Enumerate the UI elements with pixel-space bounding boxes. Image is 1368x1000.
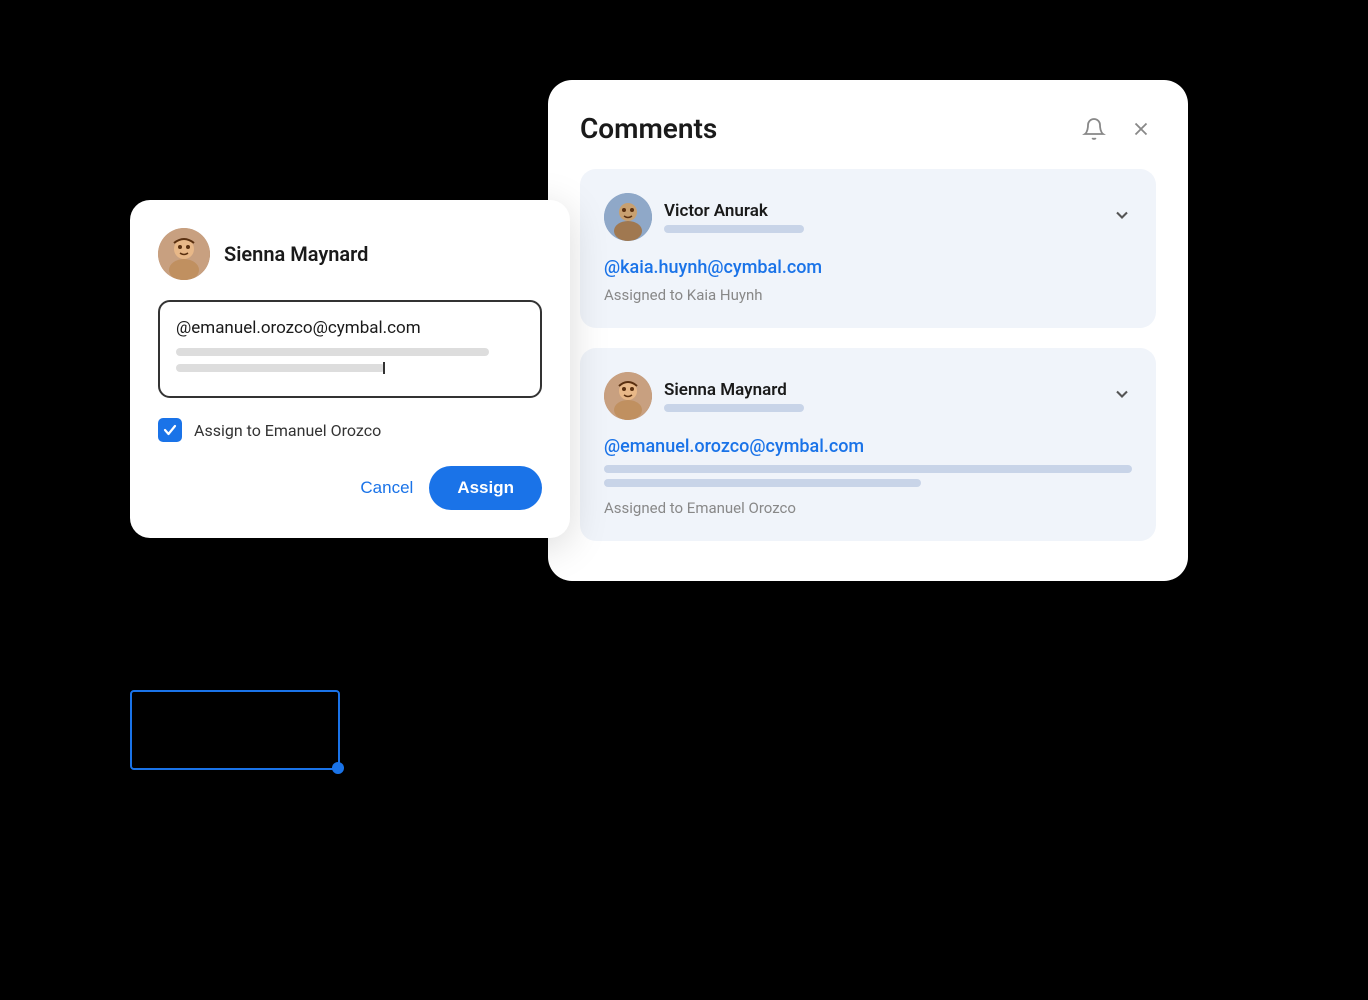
comment-sienna-row: Sienna Maynard	[604, 372, 1132, 420]
cancel-button[interactable]: Cancel	[360, 478, 413, 498]
sienna-assigned-text: Assigned to Emanuel Orozco	[604, 499, 1132, 517]
assign-dialog: Sienna Maynard @emanuel.orozco@cymbal.co…	[130, 200, 570, 538]
comments-header: Comments	[580, 112, 1156, 145]
content-bar-1	[604, 465, 1132, 473]
dialog-username: Sienna Maynard	[224, 242, 368, 266]
dialog-input-bar1	[176, 348, 489, 356]
victor-time-bar	[664, 225, 804, 233]
content-bar-2	[604, 479, 921, 487]
comment-victor-info: Victor Anurak	[664, 201, 1100, 233]
chevron-down-icon-sienna[interactable]	[1112, 384, 1132, 409]
bell-icon-button[interactable]	[1078, 113, 1110, 145]
avatar-victor-image	[604, 193, 652, 241]
dialog-buttons: Cancel Assign	[158, 466, 542, 510]
dialog-input-box[interactable]: @emanuel.orozco@cymbal.com	[158, 300, 542, 398]
text-cursor	[383, 362, 385, 374]
comment-sienna-info: Sienna Maynard	[664, 380, 1100, 412]
close-icon-button[interactable]	[1126, 114, 1156, 144]
bell-icon	[1082, 117, 1106, 141]
comment-card-victor: Victor Anurak @kaia.huynh@cymbal.com Ass…	[580, 169, 1156, 328]
checkbox-label: Assign to Emanuel Orozco	[194, 421, 381, 440]
selection-rectangle	[130, 690, 340, 770]
chevron-down-icon-victor[interactable]	[1112, 205, 1132, 230]
comment-card-sienna: Sienna Maynard @emanuel.orozco@cymbal.co…	[580, 348, 1156, 541]
avatar-sienna-dialog	[158, 228, 210, 280]
comments-header-icons	[1078, 113, 1156, 145]
sienna-email-mention: @emanuel.orozco@cymbal.com	[604, 436, 1132, 457]
avatar-sienna-image	[604, 372, 652, 420]
close-icon	[1130, 118, 1152, 140]
dialog-input-bar2	[176, 364, 385, 372]
victor-email-mention: @kaia.huynh@cymbal.com	[604, 257, 1132, 278]
assign-checkbox[interactable]	[158, 418, 182, 442]
avatar-victor	[604, 193, 652, 241]
dialog-user-row: Sienna Maynard	[158, 228, 542, 280]
avatar-sienna-dialog-image	[158, 228, 210, 280]
comment-user-row: Victor Anurak	[604, 193, 1132, 241]
sienna-username-comments: Sienna Maynard	[664, 380, 1100, 400]
checkmark-icon	[163, 423, 177, 437]
assign-button[interactable]: Assign	[429, 466, 542, 510]
sienna-time-bar	[664, 404, 804, 412]
victor-username: Victor Anurak	[664, 201, 1100, 221]
sienna-content-bars	[604, 465, 1132, 487]
avatar-sienna-comments	[604, 372, 652, 420]
selection-handle[interactable]	[332, 762, 344, 774]
comments-panel: Comments	[548, 80, 1188, 581]
comments-title: Comments	[580, 112, 717, 145]
victor-assigned-text: Assigned to Kaia Huynh	[604, 286, 1132, 304]
dialog-input-email: @emanuel.orozco@cymbal.com	[176, 318, 524, 338]
dialog-checkbox-row: Assign to Emanuel Orozco	[158, 418, 542, 442]
